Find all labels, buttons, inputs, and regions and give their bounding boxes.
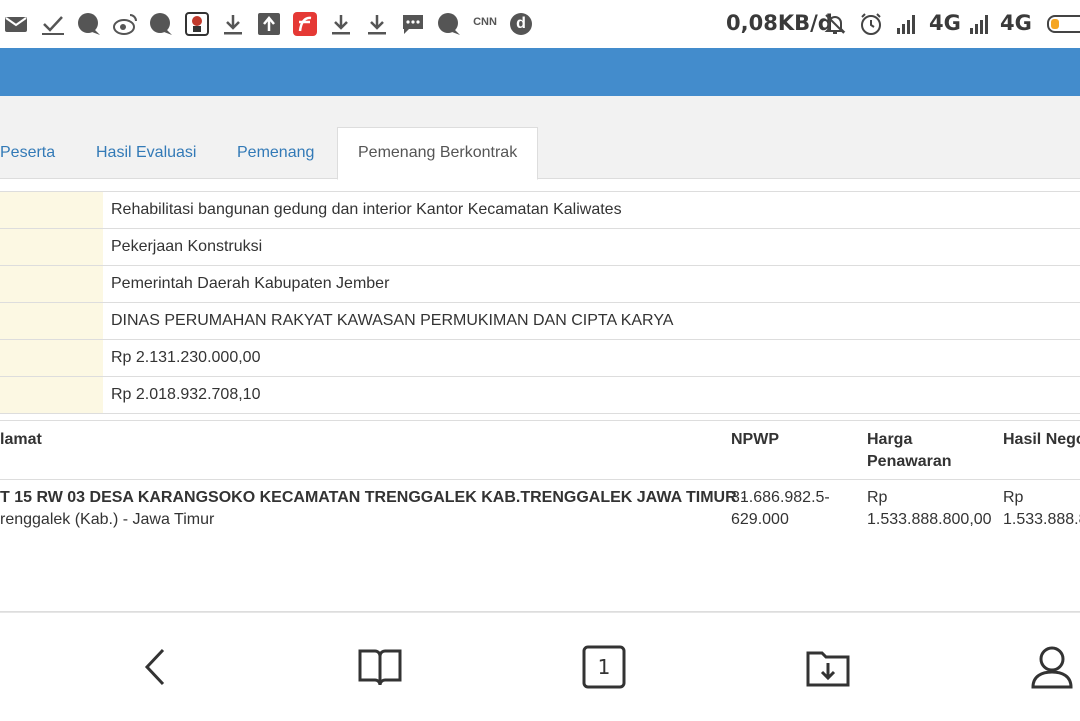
app-header-bar bbox=[0, 48, 1080, 96]
battery-icon bbox=[1046, 12, 1080, 36]
category-value: Pekerjaan Konstruksi bbox=[111, 238, 263, 255]
address-cell: T 15 RW 03 DESA KARANGSOKO KECAMATAN TRE… bbox=[0, 489, 747, 528]
d-app-icon: d bbox=[509, 12, 533, 36]
chat-bubble-icon bbox=[437, 12, 461, 36]
red-app-icon bbox=[293, 12, 317, 36]
tab-peserta[interactable]: Peserta bbox=[0, 128, 55, 178]
info-label-cell bbox=[0, 377, 103, 413]
cnn-icon: CNN bbox=[473, 16, 497, 28]
download-icon bbox=[365, 12, 389, 36]
check-icon bbox=[41, 12, 65, 36]
profile-icon[interactable] bbox=[1028, 643, 1076, 691]
signal-icon bbox=[895, 12, 919, 36]
tab-hasil-evaluasi[interactable]: Hasil Evaluasi bbox=[96, 128, 196, 178]
status-bar: CNN d 0,08KB/d 4G 4G bbox=[0, 0, 1080, 48]
package-info-table: Rehabilitasi bangunan gedung dan interio… bbox=[0, 191, 1080, 414]
npwp-cell: 31.686.982.5- 629.000 bbox=[731, 489, 830, 528]
weibo-icon bbox=[113, 12, 137, 36]
table-divider bbox=[0, 479, 1080, 480]
column-header-hasil-nego: Hasil Nego bbox=[1003, 431, 1080, 448]
chat-bubble-icon bbox=[77, 12, 101, 36]
download-icon bbox=[329, 12, 353, 36]
info-row: DINAS PERUMAHAN RAKYAT KAWASAN PERMUKIMA… bbox=[0, 303, 1080, 340]
alarm-icon bbox=[859, 12, 883, 36]
signal-icon bbox=[968, 12, 992, 36]
info-label-cell bbox=[0, 229, 103, 265]
data-speed: 0,08KB/d bbox=[726, 11, 833, 35]
winner-table: lamat NPWP Harga Penawaran Hasil Nego T … bbox=[0, 420, 1080, 612]
network-type-label: 4G bbox=[1000, 11, 1032, 35]
hps-value: Rp 2.018.932.708,10 bbox=[111, 386, 261, 403]
tab-bar: Peserta Hasil Evaluasi Pemenang Pemenang… bbox=[0, 96, 1080, 180]
bell-off-icon bbox=[823, 12, 847, 36]
email-icon bbox=[4, 12, 28, 36]
work-unit-value: DINAS PERUMAHAN RAKYAT KAWASAN PERMUKIMA… bbox=[111, 312, 674, 329]
column-header-harga-penawaran: Harga Penawaran bbox=[867, 431, 952, 470]
chat-bubble-icon bbox=[149, 12, 173, 36]
browser-bottom-nav: 1 bbox=[0, 612, 1080, 721]
info-row: Rp 2.018.932.708,10 bbox=[0, 377, 1080, 414]
harga-penawaran-cell: Rp 1.533.888.800,00 bbox=[867, 489, 992, 528]
budget-value: Rp 2.131.230.000,00 bbox=[111, 349, 261, 366]
upload-icon bbox=[257, 12, 281, 36]
info-label-cell bbox=[0, 266, 103, 302]
info-label-cell bbox=[0, 303, 103, 339]
column-header-npwp: NPWP bbox=[731, 431, 779, 448]
download-icon bbox=[221, 12, 245, 36]
message-icon bbox=[401, 12, 425, 36]
tab-pemenang-berkontrak[interactable]: Pemenang Berkontrak bbox=[337, 127, 539, 180]
network-type-label: 4G bbox=[929, 11, 961, 35]
agency-value: Pemerintah Daerah Kabupaten Jember bbox=[111, 275, 390, 292]
tab-pemenang[interactable]: Pemenang bbox=[237, 128, 314, 178]
info-label-cell bbox=[0, 340, 103, 376]
info-row: Pemerintah Daerah Kabupaten Jember bbox=[0, 266, 1080, 303]
tabs-icon[interactable]: 1 bbox=[580, 643, 628, 691]
column-header-alamat: lamat bbox=[0, 431, 42, 448]
tab-count: 1 bbox=[597, 655, 611, 679]
game-app-icon bbox=[185, 12, 209, 36]
bookmarks-icon[interactable] bbox=[356, 643, 404, 691]
info-row: Pekerjaan Konstruksi bbox=[0, 229, 1080, 266]
info-label-cell bbox=[0, 192, 103, 228]
info-row: Rehabilitasi bangunan gedung dan interio… bbox=[0, 192, 1080, 229]
back-icon[interactable] bbox=[132, 643, 180, 691]
hasil-nego-cell: Rp 1.533.888.800,00 bbox=[1003, 489, 1080, 528]
package-name-value: Rehabilitasi bangunan gedung dan interio… bbox=[111, 201, 622, 218]
downloads-icon[interactable] bbox=[804, 643, 852, 691]
info-row: Rp 2.131.230.000,00 bbox=[0, 340, 1080, 377]
